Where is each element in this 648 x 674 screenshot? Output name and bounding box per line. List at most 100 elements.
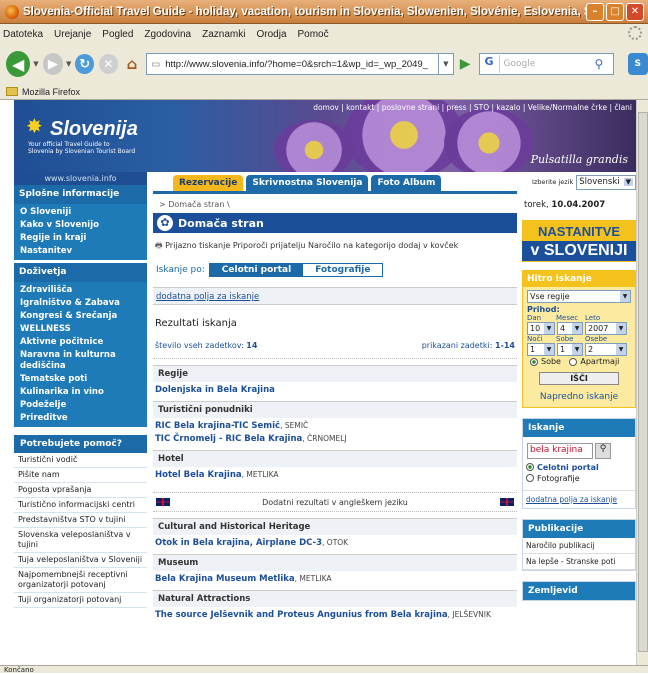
google-icon[interactable]: G	[480, 55, 500, 73]
result-name[interactable]: Otok in Bela krajina, Airplane DC-3	[155, 538, 322, 548]
radio-rooms-dot[interactable]	[530, 357, 538, 366]
scrollbar-thumb[interactable]	[638, 112, 648, 652]
result-name[interactable]: TIC Črnomelj - RIC Bela Krajina	[155, 434, 302, 444]
search-scope-portal[interactable]: Celotni portal	[209, 264, 304, 276]
sidebar-help-link[interactable]: Pišite nam	[14, 468, 147, 483]
result-name[interactable]: Hotel Bela Krajina	[155, 470, 242, 480]
menu-orodja[interactable]: Orodja	[256, 29, 286, 40]
sidebar-item[interactable]: Aktivne počitnice	[14, 336, 147, 349]
accommodation-banner[interactable]: NASTANITVE v SLOVENIJI	[522, 220, 636, 262]
tab-rezervacije[interactable]: Rezervacije	[173, 175, 244, 191]
menu-pogled[interactable]: Pogled	[102, 29, 133, 40]
stop-icon[interactable]: ✕	[99, 54, 118, 74]
search-scope-photos[interactable]: Fotografije	[303, 264, 383, 276]
tab-skrivnostna-slovenija[interactable]: Skrivnostna Slovenija	[246, 175, 369, 191]
sidebar-help-link[interactable]: Najpomembnejši receptivni organizatorji …	[14, 568, 147, 593]
persons-select[interactable]: 2 ▼	[585, 343, 627, 356]
day-select[interactable]: 10 ▼	[527, 322, 555, 335]
sidebar-heading-experiences[interactable]: Doživetja	[14, 263, 147, 282]
sidebar-item[interactable]: Prireditve	[14, 412, 147, 425]
url-bar[interactable]: ▭ http://www.slovenia.info/?home=0&srch=…	[146, 53, 439, 75]
month-select[interactable]: 4 ▼	[557, 322, 583, 335]
minimize-button[interactable]: –	[586, 3, 604, 21]
print-icon[interactable]: 🖶	[155, 241, 163, 250]
result-name[interactable]: Dolenjska in Bela Krajina	[155, 385, 275, 395]
result-link[interactable]: The source Jelševnik and Proteus Anguniu…	[153, 607, 517, 620]
search-icon[interactable]: ⚲	[595, 442, 611, 459]
radio-photos[interactable]: Fotografije	[523, 473, 635, 484]
url-dropdown-icon[interactable]: ▼	[438, 53, 454, 75]
sidebar-item[interactable]: Tematske poti	[14, 373, 147, 386]
radio-photos-dot[interactable]	[526, 474, 534, 482]
maximize-button[interactable]: □	[606, 3, 624, 21]
rooms-select[interactable]: 1 ▼	[557, 343, 583, 356]
publication-link[interactable]: Na lepše - Stranske poti	[523, 554, 635, 570]
menu-pomoc[interactable]: Pomoč	[298, 29, 329, 40]
advanced-search-link[interactable]: Napredno iskanje	[523, 390, 635, 407]
radio-whole-portal[interactable]: Celotni portal	[523, 462, 635, 473]
site-logo[interactable]: ✸ Slovenija Your official Travel Guide t…	[26, 114, 138, 155]
result-name[interactable]: The source Jelševnik and Proteus Anguniu…	[155, 610, 448, 620]
vertical-scrollbar[interactable]	[636, 100, 648, 665]
forward-icon[interactable]: ▶	[42, 53, 64, 75]
close-button[interactable]: ✕	[626, 3, 644, 21]
menu-zaznamki[interactable]: Zaznamki	[202, 29, 245, 40]
go-icon[interactable]: ▶	[460, 56, 471, 72]
sidebar-item[interactable]: Regije in kraji	[14, 232, 147, 245]
sidebar-help-link[interactable]: Tuji organizatorji potovanj	[14, 593, 147, 608]
skype-icon[interactable]: S	[627, 53, 648, 75]
sidebar-item[interactable]: Podeželje	[14, 399, 147, 412]
year-select[interactable]: 2007 ▼	[585, 322, 627, 335]
result-link[interactable]: RIC Bela krajina-TIC Semič, SEMIČ	[153, 418, 517, 431]
sidebar-heading-general[interactable]: Splošne informacije	[14, 185, 147, 204]
top-navigation[interactable]: domov | kontakt | poslovne strani | pres…	[313, 103, 632, 112]
back-icon[interactable]: ◀	[6, 51, 31, 77]
menu-datoteka[interactable]: Datoteka	[3, 29, 43, 40]
language-select[interactable]: Slovenski ▼	[576, 174, 636, 190]
sidebar-item[interactable]: WELLNESS	[14, 323, 147, 336]
breadcrumb[interactable]: > Domača stran \	[153, 194, 517, 211]
menu-zgodovina[interactable]: Zgodovina	[144, 29, 191, 40]
result-link[interactable]: TIC Črnomelj - RIC Bela Krajina, ČRNOMEL…	[153, 431, 517, 444]
sidebar-help-link[interactable]: Pogosta vprašanja	[14, 483, 147, 498]
result-link[interactable]: Hotel Bela Krajina, METLIKA	[153, 467, 517, 480]
result-link[interactable]: Dolenjska in Bela Krajina	[153, 382, 517, 395]
extra-search-fields-link[interactable]: dodatna polja za iskanje	[153, 287, 517, 305]
search-icon[interactable]: ⚲	[595, 57, 613, 71]
region-select[interactable]: Vse regije ▼	[527, 290, 631, 303]
back-history-dropdown-icon[interactable]: ▼	[33, 60, 38, 68]
extra-search-fields-link-right[interactable]: dodatna polja za iskanje	[523, 489, 635, 508]
sidebar-help-link[interactable]: Turistično informacijski centri	[14, 498, 147, 513]
sidebar-item[interactable]: O Sloveniji	[14, 206, 147, 219]
radio-rooms[interactable]: Sobe	[527, 356, 564, 367]
nights-select[interactable]: 1 ▼	[527, 343, 555, 356]
sidebar-item[interactable]: Kulinarika in vino	[14, 386, 147, 399]
radio-apartments[interactable]: Apartmaji	[566, 356, 622, 367]
sidebar-help-link[interactable]: Tuja veleposlaništva v Sloveniji	[14, 553, 147, 568]
result-name[interactable]: RIC Bela krajina-TIC Semič	[155, 421, 280, 431]
result-link[interactable]: Bela Krajina Museum Metlika, METLIKA	[153, 571, 517, 584]
home-icon[interactable]: ⌂	[123, 54, 142, 74]
sidebar-item[interactable]: Igralništvo & Zabava	[14, 297, 147, 310]
result-link[interactable]: Otok in Bela krajina, Airplane DC-3, OTO…	[153, 535, 517, 548]
bookmark-mozilla-firefox[interactable]: Mozilla Firefox	[22, 87, 80, 97]
page-tools-text[interactable]: Prijazno tiskanje Priporoči prijatelju N…	[165, 241, 458, 250]
sidebar-item[interactable]: Naravna in kulturna dediščina	[14, 349, 147, 373]
forward-history-dropdown-icon[interactable]: ▼	[66, 60, 71, 68]
publication-link[interactable]: Naročilo publikacij	[523, 538, 635, 554]
radio-whole-portal-dot[interactable]	[526, 463, 534, 471]
map-heading[interactable]: Zemljevid	[523, 581, 635, 600]
page-tools[interactable]: 🖶 Prijazno tiskanje Priporoči prijatelju…	[153, 233, 517, 261]
reload-icon[interactable]: ↻	[75, 54, 95, 74]
search-submit-button[interactable]: IŠČI	[539, 371, 619, 385]
result-name[interactable]: Bela Krajina Museum Metlika	[155, 574, 295, 584]
site-search-input[interactable]: bela krajina	[527, 442, 593, 459]
sidebar-item[interactable]: Kongresi & Srečanja	[14, 310, 147, 323]
sidebar-help-link[interactable]: Predstavništva STO v tujini	[14, 513, 147, 528]
tab-foto-album[interactable]: Foto Album	[371, 175, 442, 191]
menu-urejanje[interactable]: Urejanje	[54, 29, 91, 40]
radio-apartments-dot[interactable]	[569, 357, 578, 366]
sidebar-help-link[interactable]: Slovenska veleposlaništva v tujini	[14, 528, 147, 553]
sidebar-item[interactable]: Kako v Slovenijo	[14, 219, 147, 232]
search-box[interactable]: G Google ⚲	[478, 53, 614, 75]
